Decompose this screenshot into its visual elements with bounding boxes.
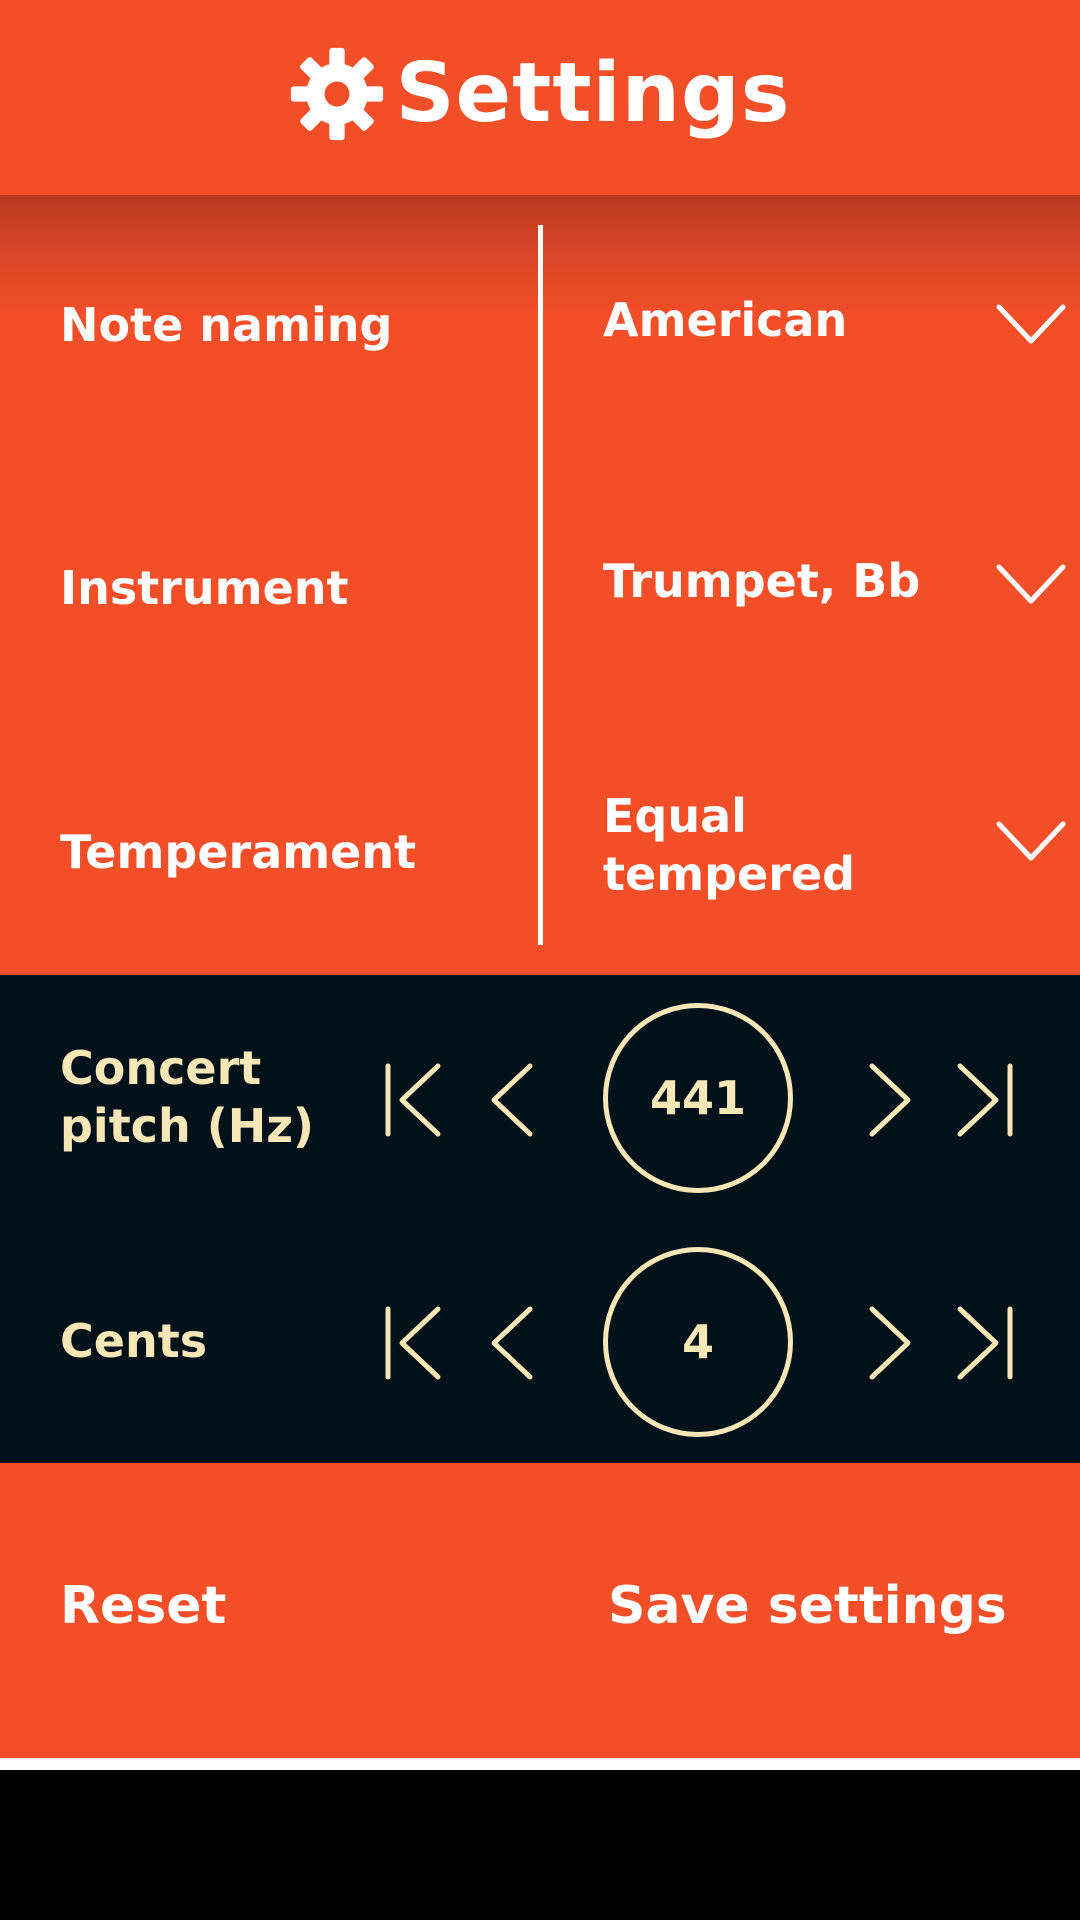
chevron-down-icon xyxy=(996,821,1066,861)
chevron-left-icon xyxy=(491,1306,533,1380)
instrument-dropdown[interactable]: Trumpet, Bb xyxy=(560,525,1080,645)
concert-pitch-label-line-2: pitch (Hz) xyxy=(60,1099,315,1153)
temperament-label: Temperament xyxy=(60,825,417,879)
skip-last-icon xyxy=(957,1306,1013,1380)
instrument-label: Instrument xyxy=(60,561,349,615)
reset-button[interactable]: Reset xyxy=(60,1576,226,1636)
chevron-down-icon xyxy=(996,304,1066,344)
bottom-divider xyxy=(0,1758,1080,1770)
action-bar: Reset Save settings xyxy=(0,1463,1080,1758)
chevron-left-icon xyxy=(491,1063,533,1137)
concert-pitch-value: 441 xyxy=(603,1003,793,1193)
chevron-right-icon xyxy=(869,1063,911,1137)
system-nav-area xyxy=(0,1770,1080,1920)
temperament-value-line-1: Equal xyxy=(603,789,747,843)
concert-pitch-label-line-1: Concert xyxy=(60,1041,262,1095)
save-settings-button[interactable]: Save settings xyxy=(608,1576,1007,1636)
concert-pitch-decrement-button[interactable] xyxy=(480,1060,550,1140)
chevron-right-icon xyxy=(869,1306,911,1380)
skip-last-icon xyxy=(957,1063,1013,1137)
skip-first-icon xyxy=(385,1306,441,1380)
header-title-group: Settings xyxy=(289,46,790,142)
page-title: Settings xyxy=(395,46,791,141)
concert-pitch-increment-button[interactable] xyxy=(858,1060,928,1140)
concert-pitch-last-button[interactable] xyxy=(950,1060,1020,1140)
settings-panel: Note naming American Instrument Trumpet,… xyxy=(0,195,1080,975)
note-naming-label: Note naming xyxy=(60,298,393,352)
column-divider xyxy=(538,225,543,945)
concert-pitch-label: Concert pitch (Hz) xyxy=(60,1039,314,1155)
skip-first-icon xyxy=(385,1063,441,1137)
cents-decrement-button[interactable] xyxy=(480,1303,550,1383)
chevron-down-icon xyxy=(996,564,1066,604)
temperament-value: Equal tempered xyxy=(603,787,983,903)
temperament-dropdown[interactable]: Equal tempered xyxy=(560,775,1080,925)
cents-first-button[interactable] xyxy=(380,1303,450,1383)
cents-last-button[interactable] xyxy=(950,1303,1020,1383)
cents-label: Cents xyxy=(60,1314,208,1368)
stepper-panel: Concert pitch (Hz) 441 Cents 4 xyxy=(0,975,1080,1463)
instrument-value: Trumpet, Bb xyxy=(603,554,921,608)
concert-pitch-first-button[interactable] xyxy=(380,1060,450,1140)
settings-screen: Settings Note naming American Instrument… xyxy=(0,0,1080,1920)
temperament-value-line-2: tempered xyxy=(603,847,856,901)
note-naming-dropdown[interactable]: American xyxy=(560,265,1080,385)
cents-increment-button[interactable] xyxy=(858,1303,928,1383)
header-bar: Settings xyxy=(0,0,1080,195)
note-naming-value: American xyxy=(603,293,848,347)
gear-icon xyxy=(291,47,384,140)
cents-value: 4 xyxy=(603,1247,793,1437)
